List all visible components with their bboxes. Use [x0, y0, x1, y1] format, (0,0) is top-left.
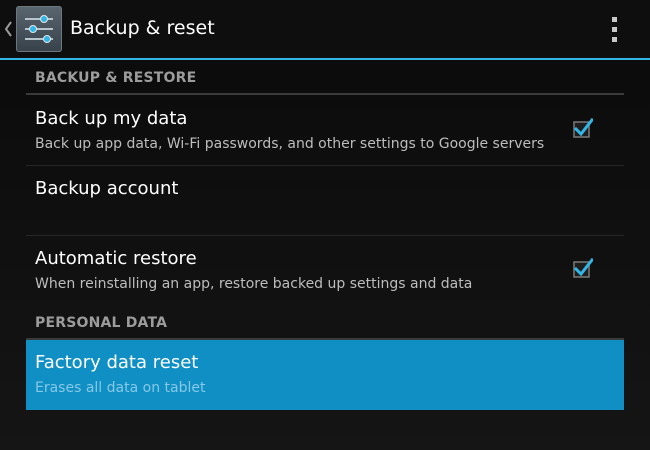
- page-title: Backup & reset: [70, 17, 215, 39]
- pref-summary: Back up app data, Wi-Fi passwords, and o…: [35, 136, 545, 152]
- pref-back-up-my-data[interactable]: Back up my data Back up app data, Wi-Fi …: [26, 96, 624, 166]
- action-bar: Backup & reset: [0, 0, 650, 60]
- section-header-personal-data: PERSONAL DATA: [35, 315, 168, 331]
- section-header-backup-restore: BACKUP & RESTORE: [35, 70, 197, 86]
- section-divider: [26, 93, 624, 95]
- pref-summary: When reinstalling an app, restore backed…: [35, 276, 473, 292]
- pref-title: Automatic restore: [35, 248, 197, 269]
- overflow-menu-icon[interactable]: [606, 14, 624, 44]
- chevron-left-icon[interactable]: [3, 20, 13, 38]
- pref-summary: Erases all data on tablet: [35, 380, 206, 396]
- checkbox-checked-icon[interactable]: [573, 258, 593, 278]
- settings-screen: Backup & reset BACKUP & RESTORE Back up …: [0, 0, 650, 450]
- pref-automatic-restore[interactable]: Automatic restore When reinstalling an a…: [26, 236, 624, 306]
- pref-factory-data-reset[interactable]: Factory data reset Erases all data on ta…: [26, 340, 624, 410]
- checkbox-checked-icon[interactable]: [573, 118, 593, 138]
- settings-sliders-icon[interactable]: [16, 6, 62, 52]
- pref-backup-account[interactable]: Backup account: [26, 166, 624, 236]
- pref-title: Backup account: [35, 178, 179, 199]
- pref-title: Back up my data: [35, 108, 188, 129]
- pref-title: Factory data reset: [35, 352, 199, 373]
